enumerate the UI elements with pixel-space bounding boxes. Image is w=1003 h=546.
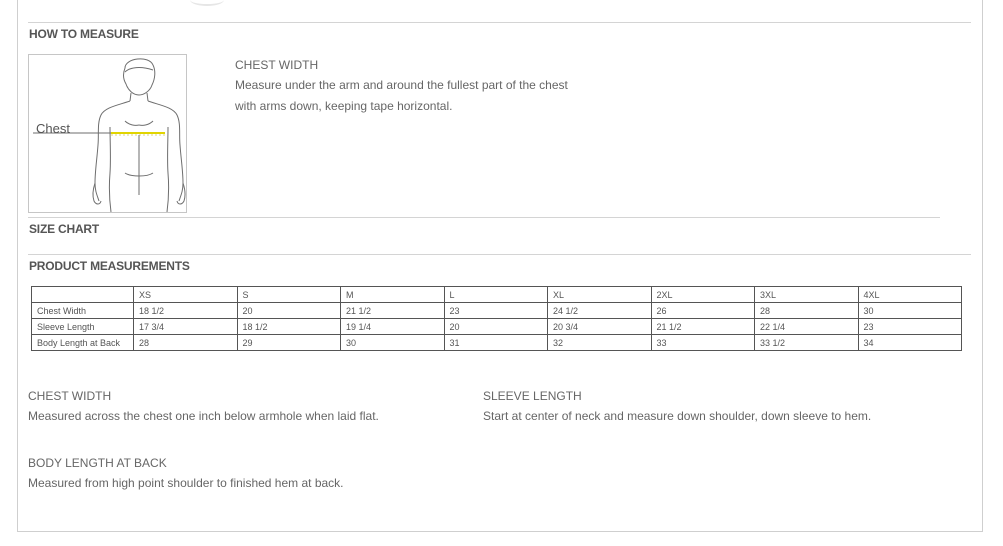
def-body-length-title: BODY LENGTH AT BACK bbox=[28, 456, 167, 470]
table-row-label: Sleeve Length bbox=[31, 318, 134, 335]
product-measurements-title: PRODUCT MEASUREMENTS bbox=[29, 259, 190, 273]
def-sleeve-length-text: Start at center of neck and measure down… bbox=[483, 409, 872, 423]
table-header-cell: L bbox=[443, 286, 548, 303]
chest-width-tip-title: CHEST WIDTH bbox=[235, 58, 319, 72]
table-header-cell: 2XL bbox=[650, 286, 755, 303]
table-cell: 18 1/2 bbox=[133, 302, 238, 319]
table-header-cell: 3XL bbox=[754, 286, 859, 303]
chest-width-tip-line2: with arms down, keeping tape horizontal. bbox=[235, 99, 453, 113]
table-cell: 19 1/4 bbox=[340, 318, 445, 335]
table-header-cell bbox=[31, 286, 134, 303]
table-header-cell: S bbox=[236, 286, 341, 303]
table-cell: 23 bbox=[857, 318, 962, 335]
def-chest-width-title: CHEST WIDTH bbox=[28, 389, 112, 403]
table-cell: 20 bbox=[236, 302, 341, 319]
figure-chest-label: Chest bbox=[36, 121, 70, 136]
table-row-label: Chest Width bbox=[31, 302, 134, 319]
table-row: Body Length at Back 28 29 30 31 32 33 33… bbox=[31, 334, 962, 351]
table-cell: 22 1/4 bbox=[754, 318, 859, 335]
table-cell: 23 bbox=[443, 302, 548, 319]
divider-size-chart bbox=[28, 217, 940, 218]
table-cell: 28 bbox=[133, 334, 238, 351]
def-chest-width-text: Measured across the chest one inch below… bbox=[28, 409, 379, 423]
table-cell: 20 bbox=[443, 318, 548, 335]
size-chart-title: SIZE CHART bbox=[29, 222, 100, 236]
table-header-row: XS S M L XL 2XL 3XL 4XL bbox=[31, 286, 962, 303]
table-cell: 21 1/2 bbox=[340, 302, 445, 319]
divider-top bbox=[28, 22, 971, 23]
size-table: XS S M L XL 2XL 3XL 4XL Chest Width 18 1… bbox=[31, 286, 962, 351]
table-cell: 31 bbox=[443, 334, 548, 351]
table-cell: 33 1/2 bbox=[754, 334, 859, 351]
table-row: Sleeve Length 17 3/4 18 1/2 19 1/4 20 20… bbox=[31, 318, 962, 335]
table-cell: 20 3/4 bbox=[547, 318, 652, 335]
table-header-cell: 4XL bbox=[857, 286, 962, 303]
table-cell: 32 bbox=[547, 334, 652, 351]
table-cell: 24 1/2 bbox=[547, 302, 652, 319]
table-cell: 30 bbox=[857, 302, 962, 319]
table-cell: 18 1/2 bbox=[236, 318, 341, 335]
table-cell: 28 bbox=[754, 302, 859, 319]
table-cell: 17 3/4 bbox=[133, 318, 238, 335]
divider-product-measurements bbox=[28, 254, 971, 255]
def-sleeve-length-title: SLEEVE LENGTH bbox=[483, 389, 582, 403]
table-header-cell: M bbox=[340, 286, 445, 303]
table-row: Chest Width 18 1/2 20 21 1/2 23 24 1/2 2… bbox=[31, 302, 962, 319]
table-header-cell: XS bbox=[133, 286, 238, 303]
def-body-length-text: Measured from high point shoulder to fin… bbox=[28, 476, 344, 490]
table-cell: 26 bbox=[650, 302, 755, 319]
how-to-measure-title: HOW TO MEASURE bbox=[29, 27, 139, 41]
table-row-label: Body Length at Back bbox=[31, 334, 134, 351]
chest-width-tip-line1: Measure under the arm and around the ful… bbox=[235, 78, 568, 92]
table-cell: 34 bbox=[857, 334, 962, 351]
measure-figure: Chest bbox=[28, 54, 187, 213]
table-cell: 29 bbox=[236, 334, 341, 351]
table-cell: 30 bbox=[340, 334, 445, 351]
table-header-cell: XL bbox=[547, 286, 652, 303]
table-cell: 33 bbox=[650, 334, 755, 351]
table-cell: 21 1/2 bbox=[650, 318, 755, 335]
